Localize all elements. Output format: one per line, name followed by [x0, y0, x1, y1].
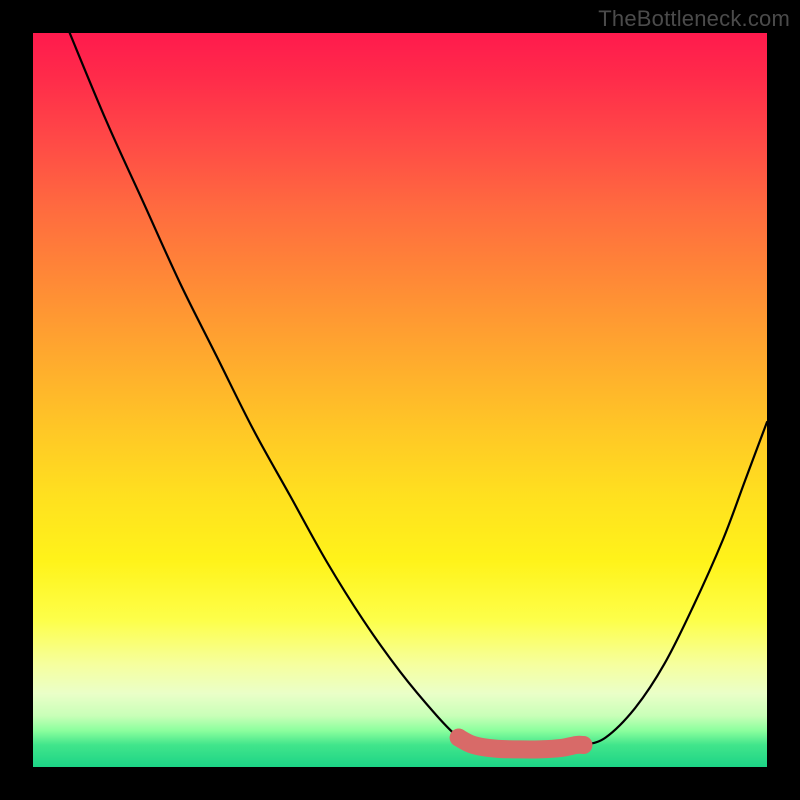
chart-frame: TheBottleneck.com [0, 0, 800, 800]
optimal-range-highlight [459, 738, 584, 750]
chart-svg [33, 33, 767, 767]
left-curve-line [70, 33, 474, 745]
optimal-dot-marker [450, 729, 468, 747]
watermark-text: TheBottleneck.com [598, 6, 790, 32]
right-curve-line [584, 422, 768, 745]
plot-area [33, 33, 767, 767]
